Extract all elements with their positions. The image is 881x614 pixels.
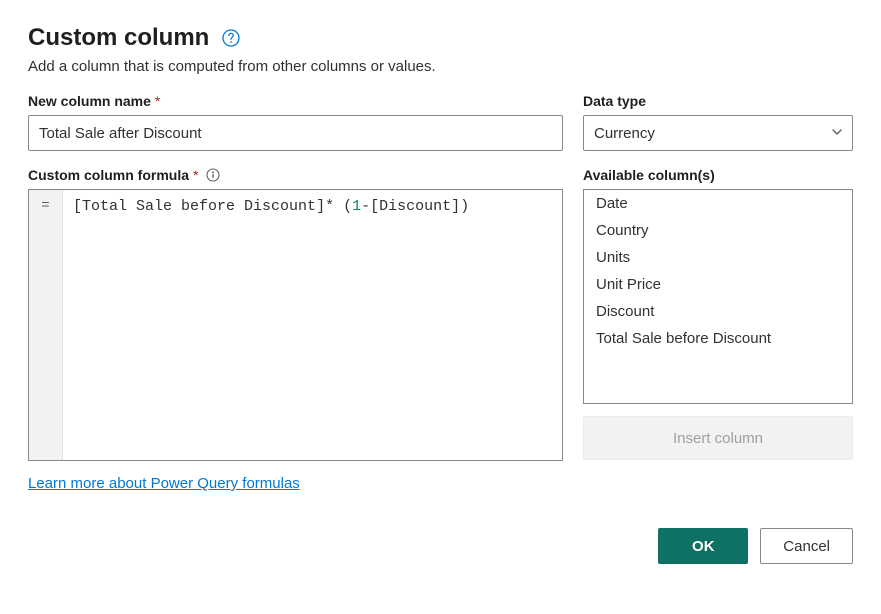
- list-item[interactable]: Date: [584, 190, 852, 217]
- list-item[interactable]: Country: [584, 217, 852, 244]
- data-type-label: Data type: [583, 93, 853, 109]
- available-columns-list: Date Country Units Unit Price Discount T…: [583, 189, 853, 404]
- formula-editor-container: = [Total Sale before Discount]* (1-[Disc…: [28, 189, 563, 461]
- dialog-subtitle: Add a column that is computed from other…: [28, 58, 853, 75]
- list-item[interactable]: Units: [584, 244, 852, 271]
- formula-label: Custom column formula *: [28, 167, 563, 183]
- formula-gutter: =: [29, 190, 63, 460]
- list-item[interactable]: Total Sale before Discount: [584, 325, 852, 352]
- available-columns-label: Available column(s): [583, 167, 853, 183]
- help-icon[interactable]: [221, 28, 241, 48]
- required-asterisk: *: [155, 93, 160, 109]
- new-column-name-label: New column name *: [28, 93, 563, 109]
- list-item[interactable]: Unit Price: [584, 271, 852, 298]
- info-icon[interactable]: [206, 168, 220, 182]
- insert-column-button: Insert column: [583, 416, 853, 460]
- list-item[interactable]: Discount: [584, 298, 852, 325]
- new-column-name-input[interactable]: [28, 115, 563, 151]
- learn-more-link[interactable]: Learn more about Power Query formulas: [28, 475, 300, 492]
- dialog-title: Custom column: [28, 24, 209, 52]
- cancel-button[interactable]: Cancel: [760, 528, 853, 564]
- ok-button[interactable]: OK: [658, 528, 748, 564]
- formula-editor[interactable]: [Total Sale before Discount]* (1-[Discou…: [63, 190, 562, 460]
- required-asterisk: *: [193, 167, 198, 183]
- data-type-select[interactable]: Currency: [583, 115, 853, 151]
